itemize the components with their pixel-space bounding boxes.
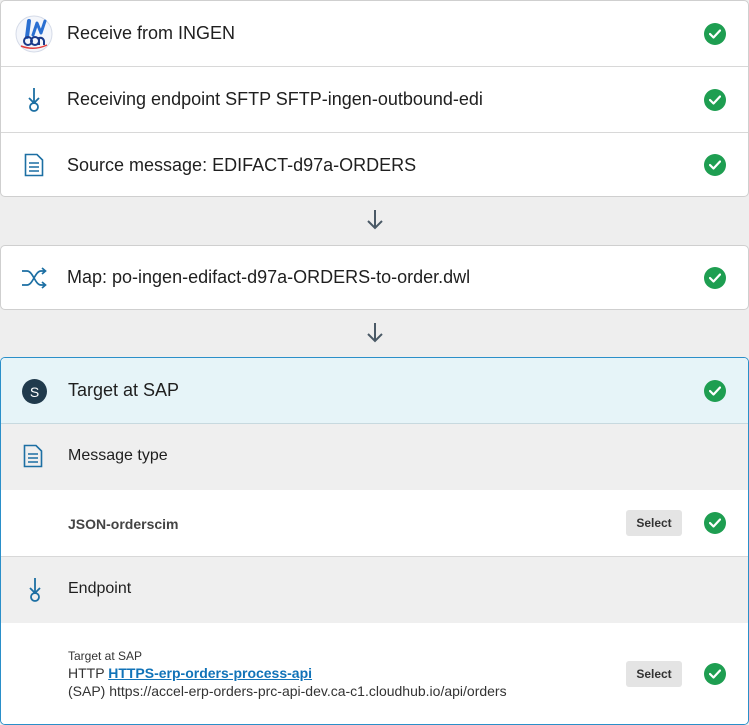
flow-arrow-down-icon: [364, 320, 386, 346]
endpoint-url: (SAP) https://accel-erp-orders-prc-api-d…: [68, 683, 507, 699]
message-type-value: JSON-orderscim: [68, 516, 179, 532]
step-label: Source message: EDIFACT-d97a-ORDERS: [67, 154, 417, 175]
message-type-body: JSON-orderscim Select: [1, 490, 748, 556]
step-map[interactable]: Map: po-ingen-edifact-d97a-ORDERS-to-ord…: [1, 246, 748, 309]
check-icon: [704, 266, 726, 289]
endpoint-icon: [27, 577, 51, 603]
flow-arrow-down-icon: [364, 207, 386, 233]
step-label: Map: po-ingen-edifact-d97a-ORDERS-to-ord…: [67, 267, 471, 287]
step-label: Receive from INGEN: [67, 23, 236, 43]
ingen-logo-icon: [1, 1, 67, 66]
endpoint-icon: [1, 67, 67, 132]
target-card: S Target at SAP Message type JSON-orders…: [0, 357, 749, 725]
endpoint-body: Target at SAP HTTP HTTPS-erp-orders-proc…: [1, 623, 748, 724]
endpoint-protocol: HTTP: [68, 665, 105, 681]
step-source-message[interactable]: Source message: EDIFACT-d97a-ORDERS: [1, 133, 748, 196]
check-icon: [704, 663, 726, 685]
endpoint-name: Target at SAP: [68, 649, 143, 663]
message-type-label: Message type: [68, 447, 168, 464]
check-icon: [704, 154, 726, 176]
target-title: Target at SAP: [68, 380, 180, 400]
map-card: Map: po-ingen-edifact-d97a-ORDERS-to-ord…: [0, 245, 749, 310]
check-icon: [704, 380, 726, 402]
map-shuffle-icon: [1, 246, 67, 309]
endpoint-label: Endpoint: [68, 580, 132, 597]
document-icon: [1, 133, 67, 196]
flow-stage: Receive from INGEN Receiving endpoint SF…: [0, 0, 749, 725]
target-header[interactable]: S Target at SAP: [1, 358, 748, 424]
message-type-section: Message type: [1, 424, 748, 490]
step-label: Receiving endpoint SFTP SFTP-ingen-outbo…: [67, 89, 483, 109]
document-icon: [23, 444, 47, 470]
endpoint-link[interactable]: HTTPS-erp-orders-process-api: [108, 665, 312, 681]
endpoint-protocol-line: HTTP HTTPS-erp-orders-process-api: [68, 664, 507, 682]
endpoint-section: Endpoint: [1, 557, 748, 623]
check-icon: [704, 22, 726, 45]
step-receiving-endpoint[interactable]: Receiving endpoint SFTP SFTP-ingen-outbo…: [1, 67, 748, 133]
endpoint-select-button[interactable]: Select: [626, 661, 682, 687]
source-card: Receive from INGEN Receiving endpoint SF…: [0, 0, 749, 197]
message-type-select-button[interactable]: Select: [626, 510, 682, 536]
step-receive[interactable]: Receive from INGEN: [1, 1, 748, 67]
target-avatar: S: [22, 379, 47, 404]
check-icon: [704, 88, 726, 111]
check-icon: [704, 512, 726, 534]
endpoint-details: Target at SAP HTTP HTTPS-erp-orders-proc…: [68, 649, 507, 700]
